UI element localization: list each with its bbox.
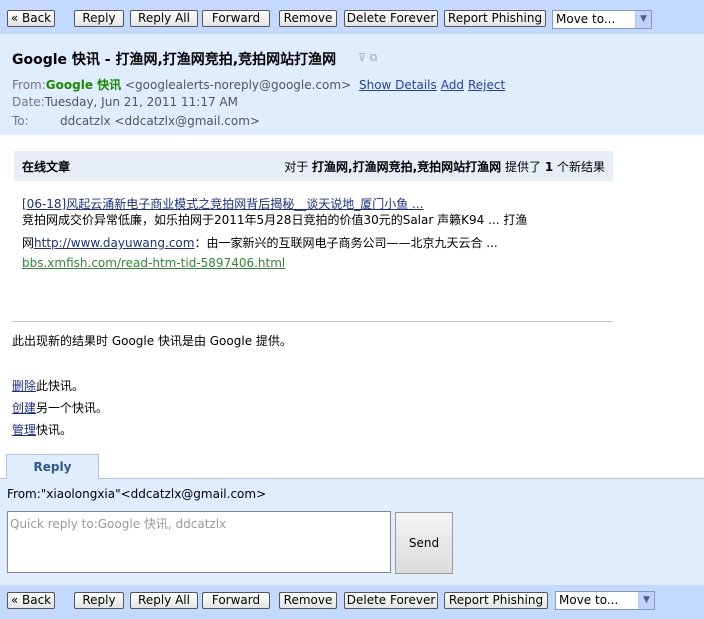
manage-alert-row: 管理快讯。 (12, 421, 72, 438)
label-icons: ⊽ ⧉ (358, 51, 377, 65)
to-value: ddcatzlx <ddcatzlx@gmail.com> (60, 114, 260, 128)
manage-alert-text: 快讯。 (36, 423, 73, 437)
summary-count: 1 (544, 160, 554, 174)
snippet-suffix: ：由一家新兴的互联网电子商务公司——北京九天云合 ... (194, 236, 498, 250)
article-snippet-line1: 竞拍网成交价异常低廉，如乐拍网于2011年5月28日竞拍的价值30元的Salar… (22, 213, 528, 227)
delete-forever-button[interactable]: Delete Forever (344, 10, 438, 27)
manage-alert-link[interactable]: 管理 (12, 423, 36, 437)
move-to-select-bottom[interactable]: Move to... ▼ (555, 591, 655, 610)
reject-link[interactable]: Reject (468, 78, 505, 92)
bottom-toolbar: « Back Reply Reply All Forward Remove De… (0, 585, 704, 619)
create-alert-text: 另一个快讯。 (36, 401, 109, 415)
divider (12, 321, 613, 322)
dayuwang-link[interactable]: http://www.dayuwang.com (34, 236, 194, 250)
quick-reply-panel: From:"xiaolongxia"<ddcatzlx@gmail.com> Q… (0, 479, 704, 585)
from-label: From: (12, 78, 46, 92)
sender-address: <googlealerts-noreply@google.com> (124, 78, 352, 92)
message-header: Google 快讯 - 打渔网,打渔网竞拍,竞拍网站打渔网 ⊽ ⧉ From:G… (0, 34, 704, 135)
summary-prefix: 对于 (284, 160, 313, 174)
to-row: To: ddcatzlx <ddcatzlx@gmail.com> (12, 114, 260, 128)
delete-forever-button-bottom[interactable]: Delete Forever (344, 592, 438, 609)
summary-suffix: 个新结果 (553, 160, 605, 174)
delete-alert-link[interactable]: 删除 (12, 379, 36, 393)
print-icon[interactable]: ⧉ (370, 51, 378, 64)
from-row: From:Google 快讯 <googlealerts-noreply@goo… (12, 76, 505, 93)
results-band: 在线文章 对于 打渔网,打渔网竞拍,竞拍网站打渔网 提供了 1 个新结果 (14, 151, 613, 181)
add-contact-link[interactable]: Add (441, 78, 464, 92)
create-alert-row: 创建另一个快讯。 (12, 399, 108, 416)
move-to-select[interactable]: Move to... ▼ (552, 10, 652, 29)
date-row: Date:Tuesday, Jun 21, 2011 11:17 AM (12, 95, 238, 109)
delete-alert-row: 删除此快讯。 (12, 377, 84, 394)
results-summary: 对于 打渔网,打渔网竞拍,竞拍网站打渔网 提供了 1 个新结果 (284, 158, 605, 175)
to-label: To: (12, 114, 29, 128)
email-subject: Google 快讯 - 打渔网,打渔网竞拍,竞拍网站打渔网 (12, 52, 337, 68)
summary-query: 打渔网,打渔网竞拍,竞拍网站打渔网 (312, 160, 502, 174)
remove-button-bottom[interactable]: Remove (279, 592, 337, 609)
back-button-bottom[interactable]: « Back (7, 592, 55, 609)
chevron-down-icon: ▼ (638, 592, 654, 609)
quick-reply-input[interactable]: Quick reply to:Google 快讯, ddcatzlx (7, 511, 391, 573)
move-to-label-bottom: Move to... (559, 593, 619, 607)
forward-button-bottom[interactable]: Forward (202, 592, 270, 609)
summary-mid: 提供了 (501, 160, 545, 174)
article-snippet-line2: 网http://www.dayuwang.com：由一家新兴的互联网电子商务公司… (22, 234, 498, 251)
reply-tab[interactable]: Reply (6, 454, 99, 479)
top-toolbar: « Back Reply Reply All Forward Remove De… (0, 0, 704, 34)
reply-from: From:"xiaolongxia"<ddcatzlx@gmail.com> (7, 487, 267, 501)
reply-all-button[interactable]: Reply All (130, 10, 198, 27)
back-button[interactable]: « Back (7, 10, 55, 27)
reply-button-bottom[interactable]: Reply (74, 592, 124, 609)
snippet-prefix: 网 (22, 236, 35, 250)
remove-button[interactable]: Remove (279, 10, 337, 27)
report-phishing-button[interactable]: Report Phishing (444, 10, 546, 27)
date-label: Date: (12, 95, 45, 109)
create-alert-link[interactable]: 创建 (12, 401, 36, 415)
chevron-down-icon: ▼ (635, 11, 651, 28)
reply-button[interactable]: Reply (74, 10, 124, 27)
delete-alert-text: 此快讯。 (36, 379, 85, 393)
section-title: 在线文章 (22, 160, 71, 174)
alert-note: 此出现新的结果时 Google 快讯是由 Google 提供。 (12, 334, 292, 348)
article-url[interactable]: bbs.xmfish.com/read-htm-tid-5897406.html (22, 256, 285, 270)
reply-all-button-bottom[interactable]: Reply All (130, 592, 198, 609)
report-phishing-button-bottom[interactable]: Report Phishing (444, 592, 548, 609)
move-to-label: Move to... (556, 12, 616, 26)
tag-icon[interactable]: ⊽ (358, 51, 366, 64)
article-title-link[interactable]: [06-18]风起云涌新电子商业模式之竞拍网背后揭秘__谈天说地_厦门小鱼 ..… (22, 195, 424, 212)
send-button[interactable]: Send (395, 512, 453, 574)
sender-name: Google 快讯 (45, 78, 122, 92)
date-value: Tuesday, Jun 21, 2011 11:17 AM (44, 95, 238, 109)
forward-button[interactable]: Forward (202, 10, 270, 27)
show-details-link[interactable]: Show Details (359, 78, 437, 92)
